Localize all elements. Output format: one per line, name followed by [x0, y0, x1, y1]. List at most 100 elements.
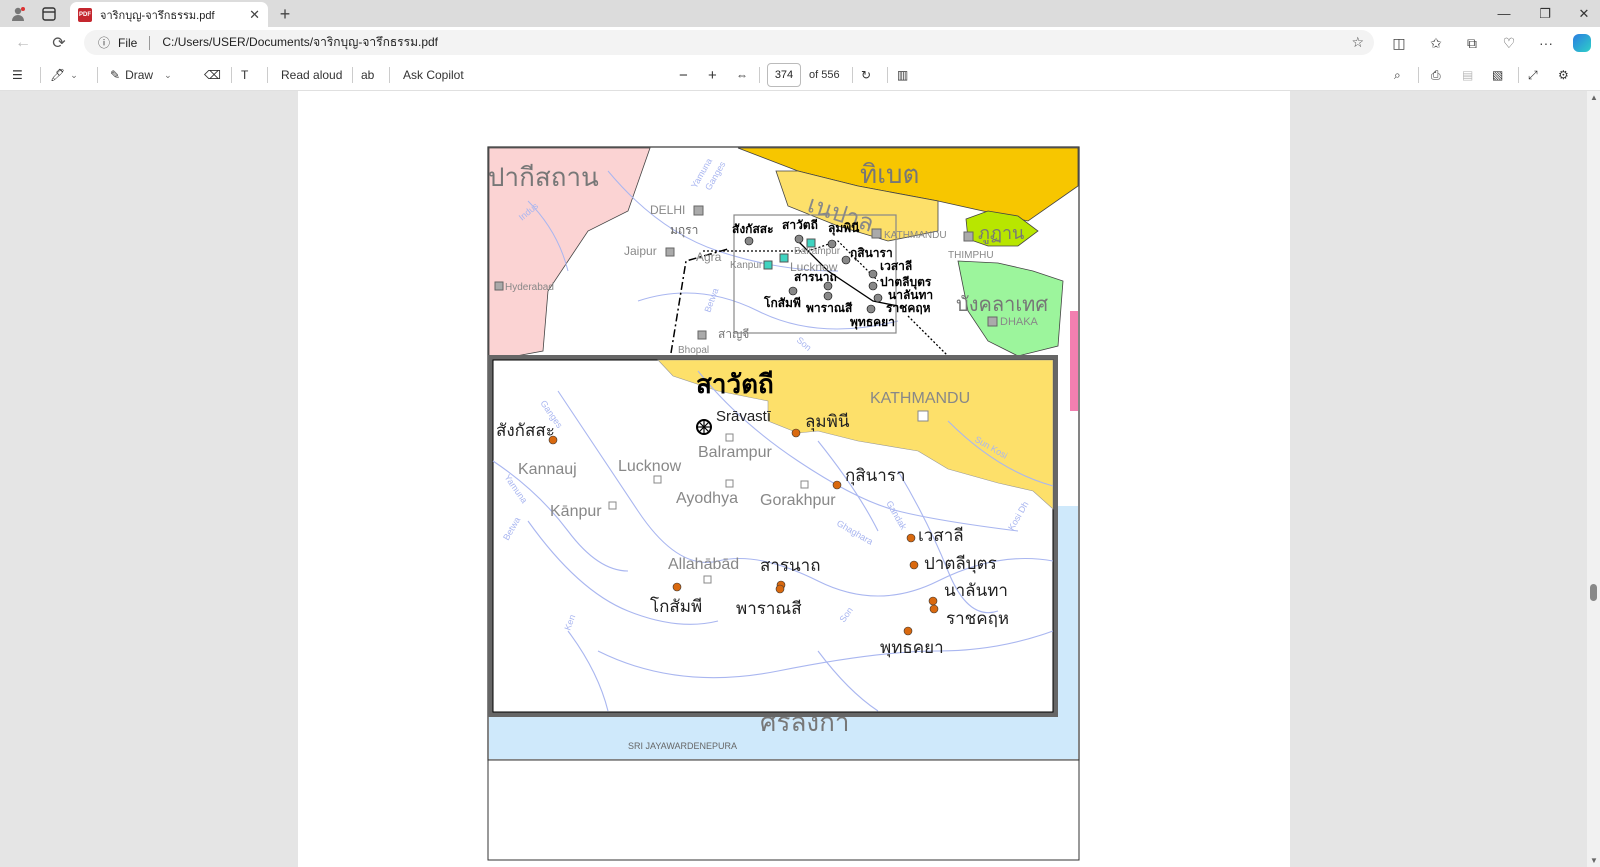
fullscreen-icon[interactable]: ⤢	[1528, 64, 1538, 86]
chevron-down-icon[interactable]: ⌄	[70, 70, 78, 81]
translate-icon[interactable]: ab	[361, 64, 374, 86]
label-pataliputra-inset: ปาตลีบุตร	[924, 554, 997, 574]
label-jaipur: Jaipur	[624, 244, 657, 258]
divider	[1418, 67, 1419, 83]
label-bhutan: ภูฏาน	[978, 223, 1024, 244]
label-lucknow-inset: Lucknow	[618, 458, 682, 475]
page-total: of 556	[809, 69, 840, 81]
label-vesali: เวสาลี	[880, 259, 912, 273]
label-allahabad-inset: Allahābād	[668, 556, 739, 573]
settings-gear-icon[interactable]: ⚙	[1558, 64, 1569, 86]
scroll-up-icon[interactable]: ▲	[1590, 93, 1598, 102]
info-icon[interactable]: ⓘ	[98, 34, 110, 51]
label-delhi: DELHI	[650, 203, 685, 217]
label-bhopal: Bhopal	[678, 345, 709, 356]
tab-strip: PDF จาริกบุญ-จารึกธรรม.pdf ✕ + — ❐ ✕	[0, 0, 1600, 27]
draw-pen-icon: ✎	[110, 68, 121, 82]
label-ayodhya-inset: Ayodhya	[676, 490, 738, 507]
save-as-icon[interactable]: ▧	[1492, 64, 1503, 86]
divider	[231, 67, 232, 83]
back-button[interactable]: ←	[11, 31, 35, 55]
label-lumbini-inset: ลุมพินี	[805, 412, 850, 432]
search-icon[interactable]: ⌕	[1394, 64, 1401, 86]
label-sravasti: Srāvastī	[716, 408, 772, 425]
label-balrampur: Balrampur	[794, 246, 841, 257]
label-nalanda-inset: นาลันทา	[944, 581, 1008, 600]
label-srijaya: SRI JAYAWARDENEPURA	[628, 741, 737, 751]
close-tab-icon[interactable]: ✕	[249, 7, 260, 23]
workspaces-icon[interactable]	[37, 4, 61, 24]
more-menu-icon[interactable]: ···	[1533, 31, 1559, 55]
fit-to-page-icon[interactable]: ⇔	[736, 64, 748, 86]
close-window-button[interactable]: ✕	[1561, 0, 1600, 27]
browser-essentials-icon[interactable]: ♡	[1496, 31, 1522, 55]
add-text-icon[interactable]: T	[241, 64, 248, 86]
inset-map: สาวัตถี Srāvastī KATHMANDU Balrampur Luc…	[488, 355, 1058, 717]
label-sarnath-inset: สารนาถ	[760, 556, 821, 575]
eraser-icon[interactable]: ⌫	[204, 64, 221, 86]
label-mathura: มถุรา	[670, 223, 698, 238]
divider	[852, 67, 853, 83]
print-icon[interactable]: ⎙	[1431, 64, 1441, 86]
file-label: File	[118, 35, 138, 50]
minimize-button[interactable]: —	[1481, 0, 1527, 27]
profile-icon[interactable]	[6, 4, 30, 24]
highlight-button[interactable]: 🖊 ⌄	[50, 64, 78, 86]
divider	[352, 67, 353, 83]
pdf-viewer[interactable]: ปากีสถาน ทิเบต เนปาล ภูฏาน บังคลาเทศ ศรี…	[0, 91, 1600, 867]
label-hyderabad: Hyderabad	[505, 282, 554, 293]
save-icon[interactable]: ▤	[1462, 64, 1473, 86]
tab-pdf[interactable]: PDF จาริกบุญ-จารึกธรรม.pdf ✕	[70, 2, 268, 27]
divider	[267, 67, 268, 83]
ask-copilot-button[interactable]: Ask Copilot	[403, 64, 464, 86]
ask-copilot-label: Ask Copilot	[403, 68, 464, 82]
address-bar[interactable]: ⓘ File C:/Users/USER/Documents/จาริกบุญ-…	[84, 30, 1374, 55]
label-rajagaha-inset: ราชคฤห	[946, 609, 1009, 628]
pdf-page: ปากีสถาน ทิเบต เนปาล ภูฏาน บังคลาเทศ ศรี…	[298, 91, 1290, 867]
page-number-input[interactable]: 374	[767, 63, 801, 87]
label-bangladesh: บังคลาเทศ	[956, 294, 1048, 316]
label-savatthi: สาวัตถี	[782, 218, 818, 232]
label-lumbini: ลุมพินี	[828, 221, 860, 236]
divider	[149, 35, 151, 50]
address-bar-row: ← ⟳ ⓘ File C:/Users/USER/Documents/จาริก…	[0, 27, 1600, 58]
new-tab-button[interactable]: +	[274, 3, 296, 25]
copilot-icon[interactable]	[1573, 34, 1591, 52]
draw-button[interactable]: ✎ Draw ⌄	[110, 64, 172, 86]
divider	[97, 67, 98, 83]
favorites-icon[interactable]: ✩	[1423, 31, 1449, 55]
zoom-in-icon[interactable]: +	[708, 64, 717, 86]
zoom-out-icon[interactable]: −	[679, 64, 688, 86]
label-sankassa: สังกัสสะ	[732, 222, 774, 236]
inset-title: สาวัตถี	[696, 369, 774, 399]
label-rajagaha: ราชคฤห	[886, 301, 931, 315]
divider	[389, 67, 390, 83]
label-gorakhpur-inset: Gorakhpur	[760, 492, 836, 509]
url-text[interactable]: C:/Users/USER/Documents/จาริกบุญ-จารึกธร…	[162, 33, 438, 52]
label-balrampur-inset: Balrampur	[698, 444, 772, 461]
tab-title: จาริกบุญ-จารึกธรรม.pdf	[100, 9, 215, 22]
collections-icon[interactable]: ⧉	[1459, 31, 1485, 55]
divider	[887, 67, 888, 83]
split-screen-icon[interactable]: ◫	[1386, 31, 1412, 55]
map-figure: ปากีสถาน ทิเบต เนปาล ภูฏาน บังคลาเทศ ศรี…	[487, 146, 1080, 861]
refresh-button[interactable]: ⟳	[47, 31, 71, 55]
scroll-down-icon[interactable]: ▼	[1590, 856, 1598, 865]
chevron-down-icon[interactable]: ⌄	[164, 70, 172, 81]
label-kathmandu-inset: KATHMANDU	[870, 390, 970, 407]
label-tibet: ทิเบต	[860, 159, 919, 189]
rotate-icon[interactable]: ↻	[861, 64, 871, 86]
scrollbar-thumb[interactable]	[1590, 584, 1597, 601]
label-dhaka: DHAKA	[1000, 316, 1039, 328]
favorite-star-icon[interactable]: ☆	[1351, 34, 1364, 51]
divider	[1518, 67, 1519, 83]
page-view-icon[interactable]: ▥	[897, 64, 908, 86]
label-kanpur: Kanpur	[730, 260, 763, 271]
pdf-file-icon: PDF	[78, 7, 92, 22]
label-thimphu: THIMPHU	[948, 250, 994, 261]
label-sarnath: สารนาถ	[794, 270, 837, 284]
label-kusinara-inset: กุสินารา	[845, 466, 906, 486]
vertical-scrollbar[interactable]: ▲ ▼	[1587, 91, 1600, 867]
contents-icon[interactable]: ☰	[12, 64, 23, 86]
read-aloud-button[interactable]: Read aloud	[281, 64, 342, 86]
